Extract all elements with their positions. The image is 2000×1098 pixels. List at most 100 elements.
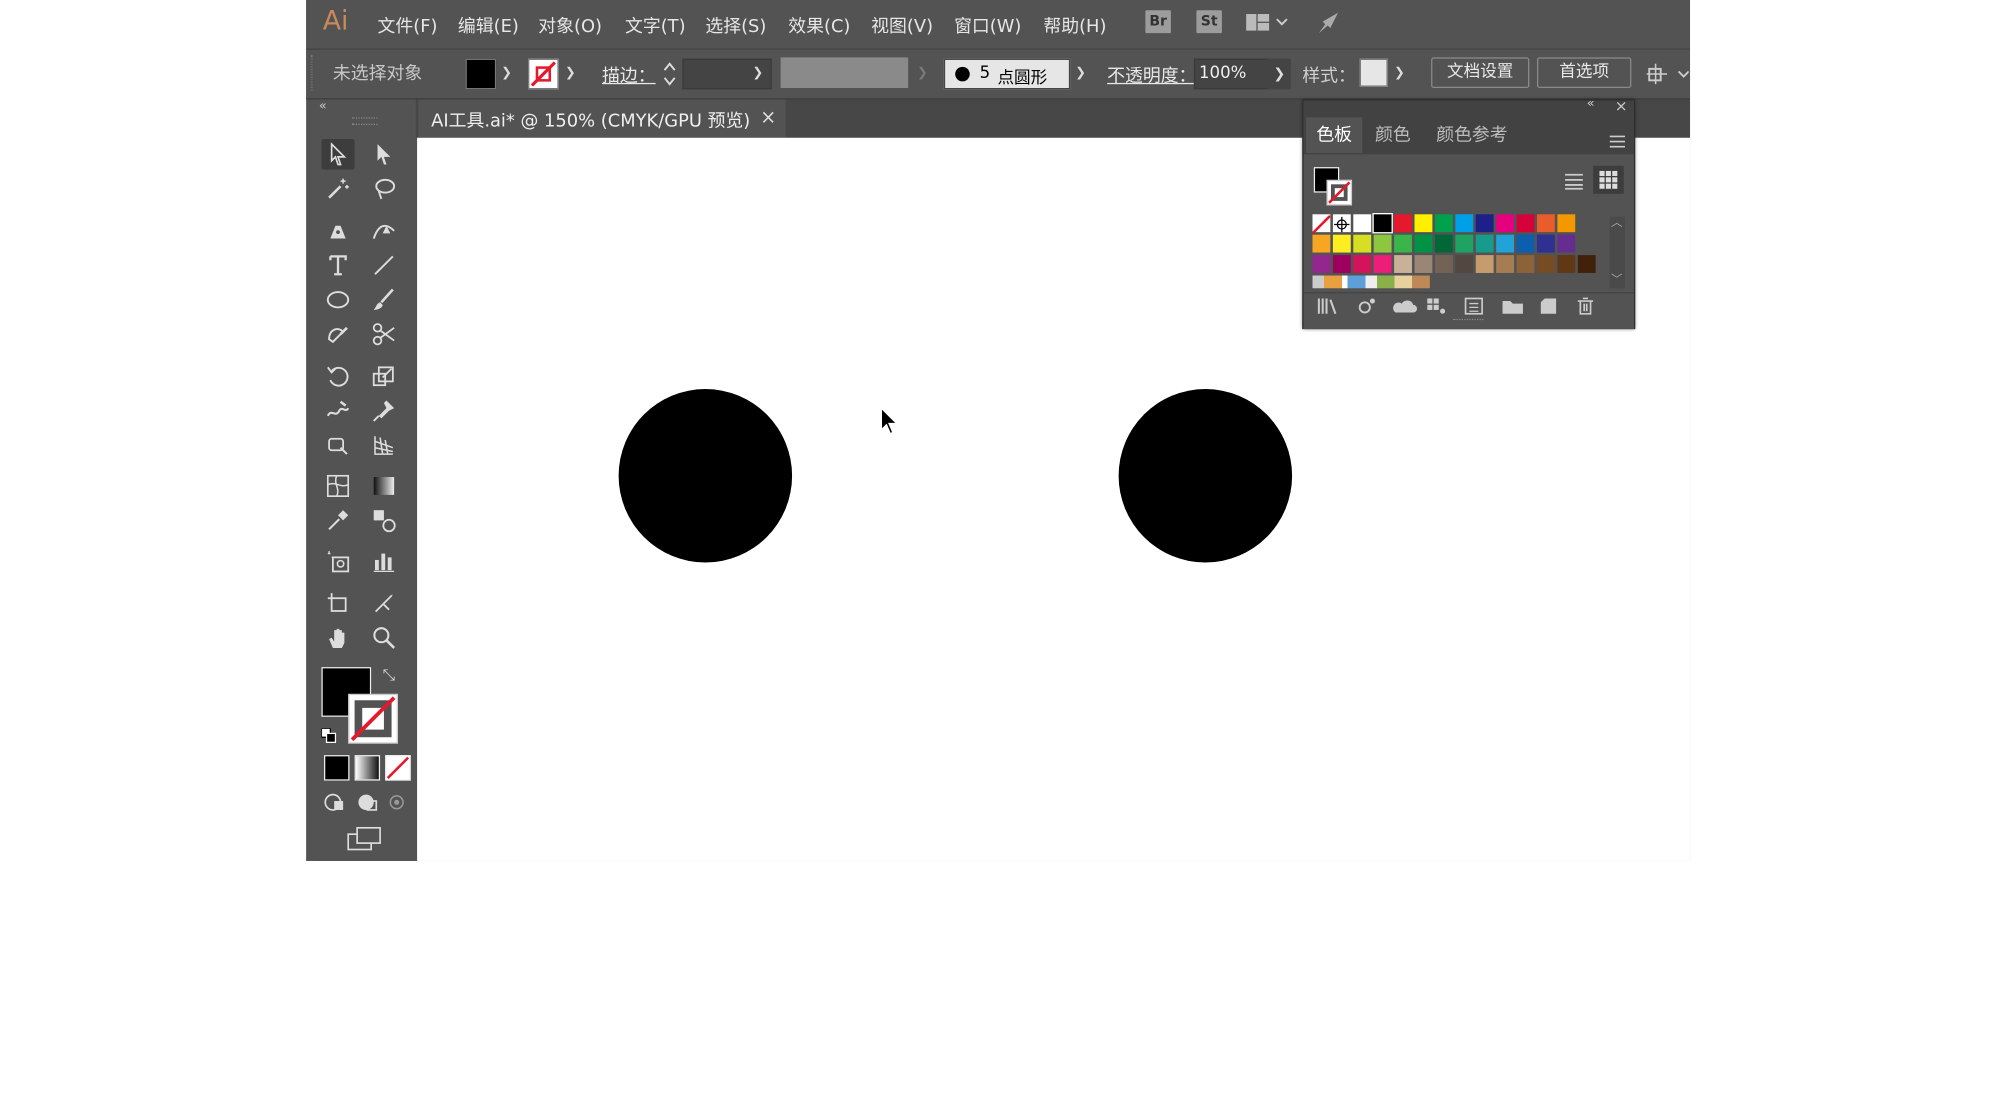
show-swatch-kinds-icon[interactable] bbox=[1357, 296, 1377, 320]
swatch-color[interactable] bbox=[1536, 234, 1555, 253]
graphic-style-swatch[interactable] bbox=[1359, 58, 1388, 87]
document-setup-button[interactable]: 文档设置 bbox=[1431, 57, 1530, 89]
swatch-libraries-icon[interactable] bbox=[1317, 296, 1341, 320]
swatch-color[interactable] bbox=[1455, 255, 1474, 273]
lasso-tool-icon[interactable] bbox=[367, 173, 400, 204]
swatch-color[interactable] bbox=[1577, 255, 1596, 273]
eyedropper-tool-icon[interactable] bbox=[321, 505, 354, 536]
swatch-color[interactable] bbox=[1516, 214, 1535, 233]
swatch-color[interactable] bbox=[1394, 234, 1412, 253]
shaper-tool-icon[interactable] bbox=[321, 319, 354, 350]
perspective-grid-tool-icon[interactable] bbox=[367, 430, 400, 461]
menu-window[interactable]: 窗口(W) bbox=[954, 13, 1021, 39]
delete-swatch-icon[interactable] bbox=[1577, 296, 1595, 320]
variable-width-profile[interactable] bbox=[780, 57, 909, 89]
blend-tool-icon[interactable] bbox=[367, 505, 400, 536]
arrange-options-icon[interactable] bbox=[1645, 61, 1690, 92]
menu-effect[interactable]: 效果(C) bbox=[788, 13, 850, 39]
opacity-label[interactable]: 不透明度： bbox=[1107, 62, 1196, 88]
swatch-color[interactable] bbox=[1434, 214, 1453, 233]
preferences-button[interactable]: 首选项 bbox=[1536, 57, 1632, 89]
paintbrush-tool-icon[interactable] bbox=[367, 284, 400, 315]
ellipse-tool-icon[interactable] bbox=[321, 284, 354, 315]
grip-handle[interactable] bbox=[311, 54, 315, 91]
swatch-color[interactable] bbox=[1455, 234, 1474, 253]
panel-stroke-swatch[interactable] bbox=[1326, 179, 1353, 206]
swatch-color[interactable] bbox=[1353, 214, 1372, 233]
swatch-color[interactable] bbox=[1516, 255, 1535, 273]
gradient-tool-icon[interactable] bbox=[367, 471, 400, 502]
gradient-mode-icon[interactable] bbox=[354, 755, 381, 781]
bridge-button[interactable]: Br bbox=[1145, 10, 1171, 34]
swap-fill-stroke-icon[interactable]: ⤡ bbox=[383, 666, 395, 685]
swatch-color[interactable] bbox=[1414, 255, 1433, 273]
stock-button[interactable]: St bbox=[1196, 10, 1222, 34]
stroke-weight-spinner[interactable] bbox=[661, 59, 679, 90]
slice-tool-icon[interactable] bbox=[367, 588, 400, 619]
panel-resize-grip[interactable] bbox=[1452, 318, 1484, 324]
direct-selection-tool-icon[interactable] bbox=[367, 139, 400, 170]
swatch-color[interactable] bbox=[1372, 213, 1393, 234]
swatch-color[interactable] bbox=[1434, 255, 1453, 273]
free-transform-tool-icon[interactable] bbox=[321, 430, 354, 461]
opacity-arrow-button[interactable]: ❯ bbox=[1267, 58, 1291, 90]
swatch-color[interactable] bbox=[1332, 234, 1351, 253]
pattern-swatches-row[interactable] bbox=[1312, 275, 1430, 289]
draw-normal-icon[interactable] bbox=[324, 792, 347, 818]
swatch-none[interactable] bbox=[1311, 214, 1332, 235]
menu-type[interactable]: 文字(T) bbox=[625, 13, 686, 39]
grid-view-icon[interactable] bbox=[1593, 165, 1624, 194]
stroke-weight-dropdown-icon[interactable]: ❯ bbox=[753, 66, 764, 80]
swatch-color[interactable] bbox=[1373, 234, 1392, 253]
swatch-color[interactable] bbox=[1496, 214, 1515, 233]
stroke-label[interactable]: 描边： bbox=[602, 62, 656, 88]
swatch-color[interactable] bbox=[1373, 255, 1392, 273]
menu-object[interactable]: 对象(O) bbox=[538, 13, 602, 39]
fill-swatch[interactable] bbox=[465, 58, 497, 90]
brush-dropdown-icon[interactable]: ❯ bbox=[1075, 66, 1086, 80]
draw-inside-icon[interactable] bbox=[388, 792, 406, 816]
swatch-color[interactable] bbox=[1312, 255, 1331, 273]
swatch-color[interactable] bbox=[1312, 234, 1331, 253]
symbol-sprayer-tool-icon[interactable] bbox=[321, 546, 354, 577]
list-view-icon[interactable] bbox=[1565, 171, 1583, 195]
draw-behind-icon[interactable] bbox=[357, 792, 380, 818]
tab-swatches[interactable]: 色板 bbox=[1306, 117, 1363, 154]
type-tool-icon[interactable] bbox=[321, 250, 354, 281]
swatch-color[interactable] bbox=[1475, 234, 1494, 253]
swatch-color[interactable] bbox=[1455, 214, 1474, 233]
swatch-color[interactable] bbox=[1516, 234, 1535, 253]
swatch-color[interactable] bbox=[1536, 255, 1555, 273]
document-tab[interactable]: AI工具.ai* @ 150% (CMYK/GPU 预览) × bbox=[418, 99, 786, 138]
scissors-tool-icon[interactable] bbox=[367, 319, 400, 350]
swatch-color[interactable] bbox=[1557, 234, 1576, 253]
tools-grip[interactable] bbox=[352, 117, 378, 125]
scale-tool-icon[interactable] bbox=[367, 361, 400, 392]
swatch-scrollbar[interactable]: ︿ ﹀ bbox=[1609, 216, 1625, 289]
stroke-swatch[interactable] bbox=[528, 58, 559, 90]
none-mode-icon[interactable] bbox=[385, 755, 411, 781]
menu-file[interactable]: 文件(F) bbox=[378, 13, 438, 39]
color-mode-icon[interactable] bbox=[323, 755, 350, 781]
new-swatch-icon[interactable] bbox=[1540, 296, 1558, 320]
workspace-switcher-icon[interactable] bbox=[1245, 11, 1288, 39]
panel-header[interactable]: « × bbox=[1303, 97, 1634, 117]
black-circle-left[interactable] bbox=[618, 389, 793, 563]
menu-select[interactable]: 选择(S) bbox=[705, 13, 766, 39]
fill-dropdown-icon[interactable]: ❯ bbox=[501, 66, 512, 80]
collapse-panel-icon[interactable]: « bbox=[1587, 97, 1595, 111]
swatch-color[interactable] bbox=[1475, 255, 1494, 273]
zoom-tool-icon[interactable] bbox=[367, 622, 400, 653]
column-graph-tool-icon[interactable] bbox=[367, 546, 400, 577]
screen-mode-icon[interactable] bbox=[347, 826, 383, 858]
close-tab-icon[interactable]: × bbox=[760, 106, 776, 129]
swatch-color[interactable] bbox=[1496, 234, 1515, 253]
swatch-color[interactable] bbox=[1353, 255, 1372, 273]
puppet-warp-tool-icon[interactable] bbox=[367, 395, 400, 426]
hand-tool-icon[interactable] bbox=[321, 622, 354, 653]
swatch-color[interactable] bbox=[1557, 214, 1576, 233]
tab-color[interactable]: 颜色 bbox=[1365, 117, 1421, 153]
swatch-color[interactable] bbox=[1475, 214, 1494, 233]
brush-definition[interactable]: ● 5 点圆形 bbox=[943, 58, 1071, 90]
mesh-tool-icon[interactable] bbox=[321, 471, 354, 502]
